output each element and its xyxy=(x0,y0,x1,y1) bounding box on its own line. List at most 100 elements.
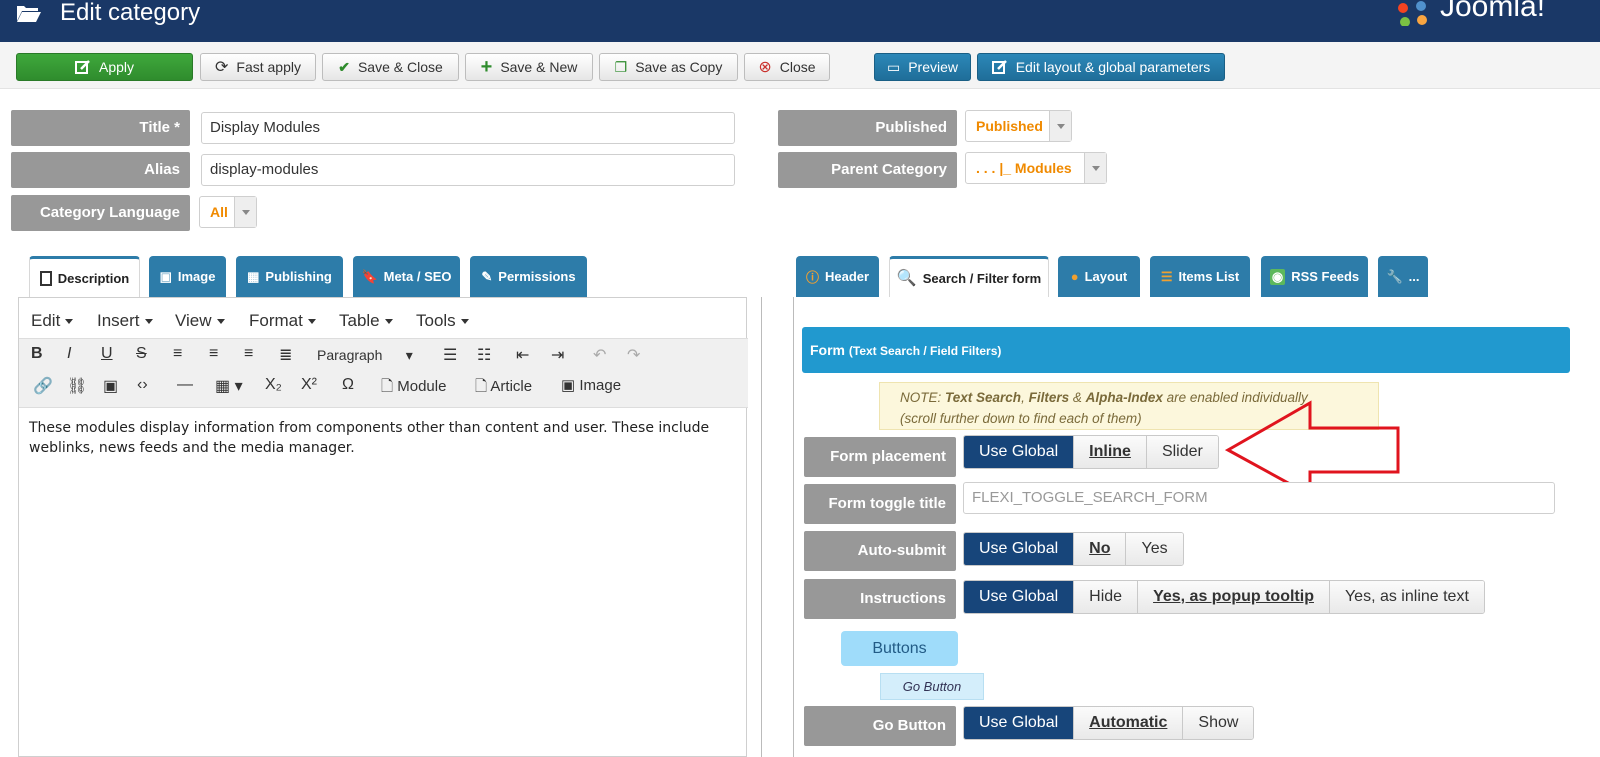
close-button[interactable]: ⊗ Close xyxy=(744,53,830,81)
image-icon[interactable]: ▣ xyxy=(103,376,118,396)
note-line2: (scroll further down to find each of the… xyxy=(900,411,1142,426)
instructions-use-global[interactable]: Use Global xyxy=(964,581,1074,613)
edit-layout-button[interactable]: Edit layout & global parameters xyxy=(977,53,1225,81)
tab-search-filter[interactable]: 🔍 Search / Filter form xyxy=(889,256,1049,297)
tab-rss-feeds[interactable]: ◉ RSS Feeds xyxy=(1261,256,1368,297)
autosubmit-use-global[interactable]: Use Global xyxy=(964,533,1074,565)
go-button-show[interactable]: Show xyxy=(1182,707,1254,739)
form-toggle-title-label: Form toggle title xyxy=(804,484,956,524)
go-button-use-global[interactable]: Use Global xyxy=(964,707,1074,739)
document-icon xyxy=(39,270,52,286)
code-icon[interactable]: ‹› xyxy=(137,376,148,394)
tab-meta-seo-label: Meta / SEO xyxy=(383,269,452,284)
align-center-icon[interactable]: ≡ xyxy=(209,345,218,363)
instructions-hide[interactable]: Hide xyxy=(1073,581,1138,613)
autosubmit-no[interactable]: No xyxy=(1073,533,1126,565)
menu-tools[interactable]: Tools xyxy=(416,311,469,331)
menu-insert[interactable]: Insert xyxy=(97,311,153,331)
save-copy-button[interactable]: ❐ Save as Copy xyxy=(599,53,738,81)
autosubmit-yes[interactable]: Yes xyxy=(1125,533,1183,565)
form-placement-slider[interactable]: Slider xyxy=(1145,436,1218,468)
tab-items-list[interactable]: ☰ Items List xyxy=(1150,256,1250,297)
apply-label: Apply xyxy=(98,59,135,75)
form-placement-use-global[interactable]: Use Global xyxy=(964,436,1074,468)
menu-table[interactable]: Table xyxy=(339,311,393,331)
autosubmit-label: Auto-submit xyxy=(804,531,956,571)
tab-layout-label: Layout xyxy=(1084,269,1128,284)
go-button-toggle: Use Global Automatic Show xyxy=(963,706,1255,740)
fast-apply-button[interactable]: ⟳ Fast apply xyxy=(200,53,316,81)
tab-permissions-label: Permissions xyxy=(498,269,576,284)
tab-permissions[interactable]: ✎ Permissions xyxy=(470,256,587,297)
parent-category-label: Parent Category xyxy=(778,152,957,188)
form-placement-label: Form placement xyxy=(804,437,956,477)
insert-image-label: Image xyxy=(579,377,622,394)
preview-button[interactable]: ▭ Preview xyxy=(874,53,971,81)
insert-image-button[interactable]: ▣ Image xyxy=(561,376,621,394)
note-filters: Filters xyxy=(1028,390,1070,405)
panel-divider xyxy=(793,297,794,757)
chevron-down-icon xyxy=(234,197,256,227)
form-toggle-title-input[interactable]: FLEXI_TOGGLE_SEARCH_FORM xyxy=(963,482,1555,514)
list-icon: ☰ xyxy=(1160,268,1173,284)
save-close-button[interactable]: ✔ Save & Close xyxy=(322,53,459,81)
save-new-button[interactable]: + Save & New xyxy=(465,53,593,81)
form-placement-inline[interactable]: Inline xyxy=(1073,436,1146,468)
bullet-list-icon[interactable]: ☰ xyxy=(443,345,457,365)
insert-article-label: Article xyxy=(490,378,533,395)
editor-content[interactable]: These modules display information from c… xyxy=(29,418,739,458)
tab-publishing[interactable]: ▦ Publishing xyxy=(236,256,343,297)
fast-apply-label: Fast apply xyxy=(236,59,301,75)
outdent-icon[interactable]: ⇤ xyxy=(516,345,529,365)
instructions-inline-text[interactable]: Yes, as inline text xyxy=(1328,581,1484,613)
instructions-label: Instructions xyxy=(804,579,956,619)
parent-category-select[interactable]: . . . |_ Modules xyxy=(965,152,1107,184)
save-new-label: Save & New xyxy=(500,59,578,75)
tab-meta-seo[interactable]: 🔖 Meta / SEO xyxy=(353,256,460,297)
unlink-icon[interactable]: ⛓ xyxy=(67,376,87,396)
menu-edit[interactable]: Edit xyxy=(31,311,73,331)
go-button-automatic[interactable]: Automatic xyxy=(1073,707,1183,739)
indent-icon[interactable]: ⇥ xyxy=(551,345,564,365)
note-sep2: & xyxy=(1069,390,1086,405)
align-left-icon[interactable]: ≡ xyxy=(173,345,182,363)
tab-more[interactable]: 🔧 ... xyxy=(1378,256,1428,297)
subscript-icon[interactable]: X₂ xyxy=(265,376,282,394)
table-icon[interactable]: ▦ ▾ xyxy=(215,376,243,396)
italic-icon[interactable]: I xyxy=(67,345,71,363)
menu-format[interactable]: Format xyxy=(249,311,316,331)
superscript-icon[interactable]: X² xyxy=(301,376,317,394)
published-select[interactable]: Published xyxy=(965,110,1072,142)
language-select[interactable]: All xyxy=(199,196,257,228)
align-right-icon[interactable]: ≡ xyxy=(244,345,253,363)
special-char-icon[interactable]: Ω xyxy=(342,376,354,394)
horizontal-rule-icon[interactable]: — xyxy=(177,376,193,394)
insert-article-button[interactable]: 🗋 Article xyxy=(475,376,532,401)
form-panel-subtitle: (Text Search / Field Filters) xyxy=(848,344,1002,358)
alias-input[interactable]: display-modules xyxy=(201,154,735,186)
bold-icon[interactable]: B xyxy=(31,345,43,363)
instructions-popup-tooltip[interactable]: Yes, as popup tooltip xyxy=(1137,581,1329,613)
tab-image[interactable]: ▣ Image xyxy=(149,256,226,297)
menu-view[interactable]: View xyxy=(175,311,225,331)
title-input[interactable]: Display Modules xyxy=(201,112,735,144)
undo-icon[interactable]: ↶ xyxy=(593,345,606,365)
published-value: Published xyxy=(976,118,1043,134)
align-justify-icon[interactable]: ≣ xyxy=(279,345,292,365)
tab-description[interactable]: Description xyxy=(29,256,140,297)
parent-category-value: . . . |_ Modules xyxy=(976,160,1072,176)
redo-icon[interactable]: ↷ xyxy=(627,345,640,365)
tab-description-label: Description xyxy=(57,270,130,286)
tab-layout[interactable]: ● Layout xyxy=(1058,256,1140,297)
tab-header[interactable]: ⓘ Header xyxy=(796,256,879,297)
chevron-down-icon xyxy=(1084,153,1106,183)
strikethrough-icon[interactable]: S xyxy=(136,345,147,363)
underline-icon[interactable]: U xyxy=(101,345,113,363)
apply-button[interactable]: Apply xyxy=(16,53,193,81)
link-icon[interactable]: 🔗 xyxy=(33,376,53,396)
title-label: Title * xyxy=(11,110,190,146)
insert-module-button[interactable]: 🗋 Module xyxy=(381,376,446,401)
format-select[interactable]: Paragraph ▾ xyxy=(317,347,413,364)
numbered-list-icon[interactable]: ☷ xyxy=(477,345,491,365)
form-placement-toggle: Use Global Inline Slider xyxy=(963,435,1219,469)
